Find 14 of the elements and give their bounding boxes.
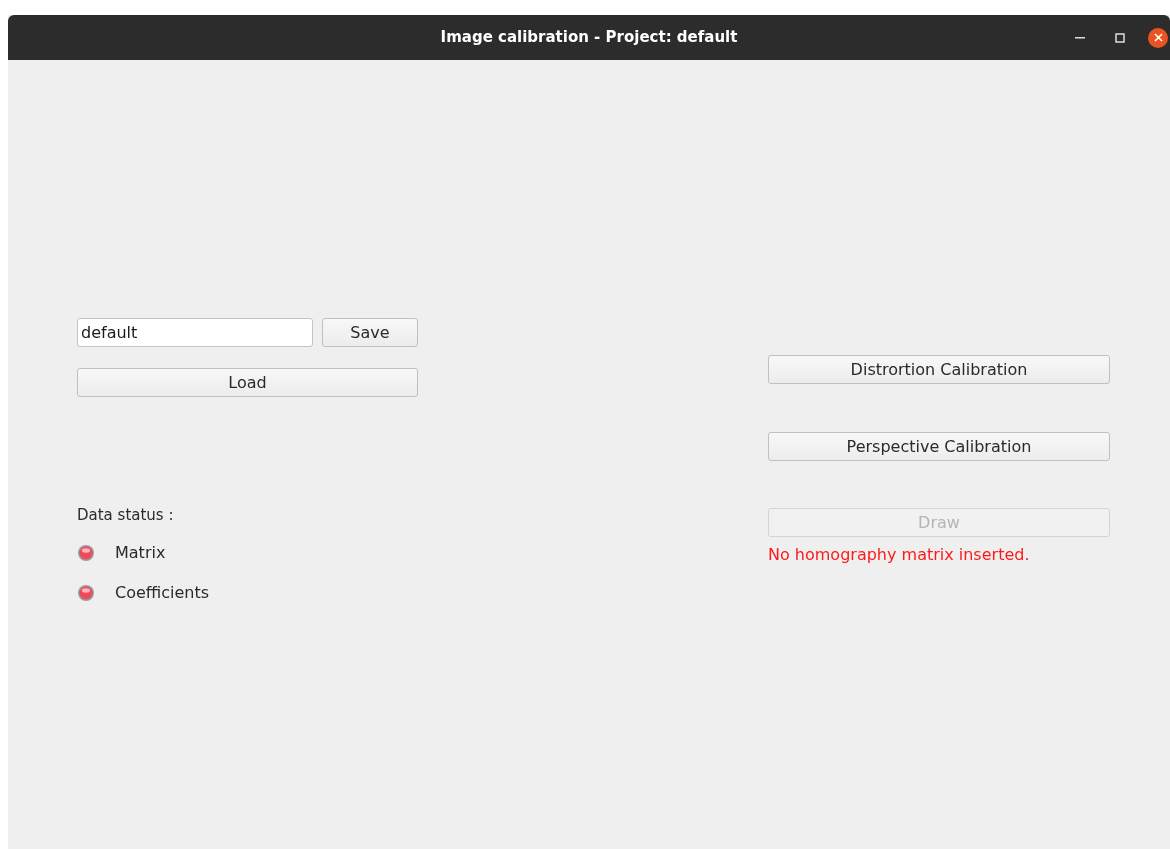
status-label: Matrix bbox=[115, 542, 166, 564]
project-name-field[interactable]: default bbox=[77, 318, 313, 347]
error-message: No homography matrix inserted. bbox=[768, 545, 1031, 565]
window-title: Image calibration - Project: default bbox=[440, 27, 738, 49]
action-button[interactable]: Distrortion Calibration bbox=[768, 355, 1110, 384]
action-button[interactable]: Perspective Calibration bbox=[768, 432, 1110, 461]
close-icon bbox=[1153, 33, 1163, 42]
minimize-icon bbox=[1075, 36, 1085, 39]
status-label: Coefficients bbox=[115, 582, 210, 604]
close-button[interactable] bbox=[1148, 27, 1168, 48]
maximize-icon bbox=[1115, 32, 1125, 43]
data-status-label: Data status : bbox=[77, 505, 175, 525]
save-button[interactable]: Save bbox=[322, 318, 418, 347]
load-button[interactable]: Load bbox=[77, 368, 418, 397]
